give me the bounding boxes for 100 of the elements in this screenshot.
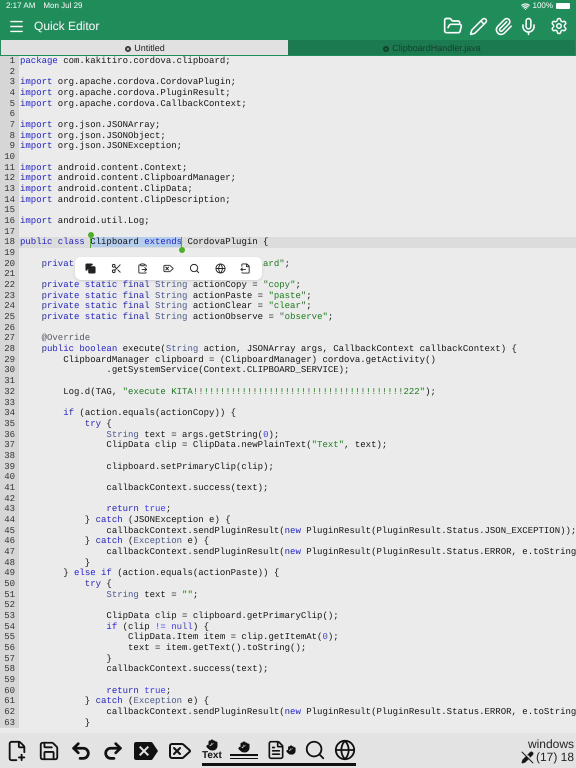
line-number: 34 [0, 408, 16, 419]
line-number: 11 [0, 162, 16, 174]
line-number: 52 [0, 600, 16, 611]
line-number: 18 [0, 237, 16, 248]
globe-icon[interactable] [334, 739, 356, 761]
line-number: 36 [0, 430, 16, 440]
document-arrow-icon[interactable] [240, 263, 252, 274]
line-number: 63 [0, 718, 16, 728]
code-token: ); [425, 386, 436, 397]
code-token: ; [192, 590, 198, 600]
save-icon[interactable] [38, 740, 60, 762]
code-token: != null [155, 622, 193, 632]
copy-icon[interactable] [85, 263, 96, 274]
line-number: 6 [0, 109, 16, 120]
code-token: ClipboardManager clipboard = (ClipboardManager) cordova.getActivity() [62, 354, 436, 365]
code-token: try [84, 578, 102, 589]
undo-icon[interactable] [70, 740, 92, 762]
code-token: String [105, 430, 139, 440]
code-token: return [105, 686, 140, 696]
code-token: text = args.getString( [143, 430, 264, 440]
line-number: 17 [0, 226, 16, 238]
code-token: .getSystemService(Context.CLIPBOARD_SERVICE); [105, 365, 350, 376]
line-number: 28 [0, 344, 16, 355]
code-token: import [20, 120, 52, 130]
code-token: "copy" [263, 280, 296, 290]
line-select-icon[interactable] [230, 741, 258, 759]
line-number: 7 [0, 120, 16, 131]
folder-icon[interactable] [443, 16, 463, 36]
document-hand-icon[interactable] [266, 740, 296, 760]
pencil-icon[interactable] [469, 16, 488, 36]
code-token: PluginResult(PluginResult.Status.ERROR, e.toString [305, 706, 576, 717]
code-token: callbackContext.sendPluginResult( [105, 546, 285, 557]
code-token: import [20, 173, 52, 184]
line-number: 29 [0, 354, 16, 366]
scissors-icon[interactable] [111, 263, 122, 274]
paperclip-icon[interactable] [494, 16, 513, 36]
line-number: 48 [0, 558, 16, 568]
code-token: true [144, 686, 166, 696]
code-token: new [284, 706, 301, 717]
line-number: 39 [0, 462, 16, 472]
new-file-icon[interactable] [6, 740, 28, 762]
line-number: 4 [0, 88, 16, 99]
battery-level: 100% [532, 0, 553, 12]
code-token: PluginResult(PluginResult.Status.JSON_EXCEPTION)); [305, 526, 576, 536]
line-number: 2 [0, 66, 16, 78]
code-token: android.util.Log; [56, 216, 150, 226]
file-tab[interactable]: Untitled [1, 40, 288, 55]
line-number: 44 [0, 514, 16, 526]
search-icon[interactable] [188, 263, 200, 274]
wifi-icon [520, 2, 530, 10]
text-select-tool[interactable]: Text [202, 739, 222, 761]
code-token: ; [166, 504, 172, 514]
code-token: , text); [344, 440, 388, 450]
code-token: 0 [322, 632, 328, 642]
pen-off-icon [520, 750, 534, 764]
clear-icon[interactable] [162, 263, 174, 274]
line-number: 16 [0, 216, 16, 227]
code-token: import [20, 162, 52, 173]
code-token: ; [284, 258, 290, 270]
code-token: catch [96, 536, 123, 546]
line-number: 59 [0, 674, 16, 686]
line-number: 33 [0, 398, 16, 408]
code-token: String [166, 344, 198, 354]
code-token: ; [306, 290, 312, 301]
code-token: import [20, 130, 52, 141]
code-token: ; [328, 312, 334, 322]
code-token: private static final [40, 280, 151, 290]
code-token: else if [74, 568, 112, 578]
code-token: "execute KITA!!!!!!!!!!!!!!!!!!!!!!!!!!!!!!!!!!!!!!!222" [122, 386, 426, 397]
code-token: e) { [186, 696, 210, 706]
search-icon[interactable] [304, 739, 326, 761]
code-token: "paste" [268, 290, 306, 301]
code-token: { [105, 418, 112, 429]
settings-icon[interactable] [550, 17, 568, 35]
redo-icon[interactable] [102, 740, 124, 762]
code-token: true [144, 504, 166, 514]
code-token: private static final [40, 301, 151, 312]
code-token: private static final [40, 290, 151, 301]
code-token: org.json.JSONArray; [56, 120, 160, 130]
code-token: "clear" [268, 301, 306, 312]
line-number: 26 [0, 322, 16, 334]
paste-icon[interactable] [137, 263, 148, 274]
code-token: Exception [133, 696, 182, 706]
code-token: "" [182, 590, 193, 600]
code-token: package [20, 56, 58, 66]
code-token: ; [306, 301, 312, 312]
microphone-icon[interactable] [519, 16, 538, 36]
code-token: ; [166, 686, 172, 696]
code-token: (action.equals(actionPaste)) { [116, 568, 280, 578]
code-token: ClipData clip = ClipData.newPlainText( [105, 440, 312, 450]
status-time: 2:17 AM [6, 0, 36, 12]
line-number: 38 [0, 450, 16, 462]
line-number: 3 [0, 77, 16, 88]
code-token: } [84, 558, 90, 568]
code-token: android.content.ClipboardManager; [56, 173, 236, 184]
line-number: 37 [0, 440, 16, 451]
code-token: ) { [192, 622, 210, 632]
globe-icon[interactable] [214, 263, 226, 274]
code-token: String [155, 301, 188, 312]
code-token: text = item.getText().toString(); [127, 642, 306, 653]
